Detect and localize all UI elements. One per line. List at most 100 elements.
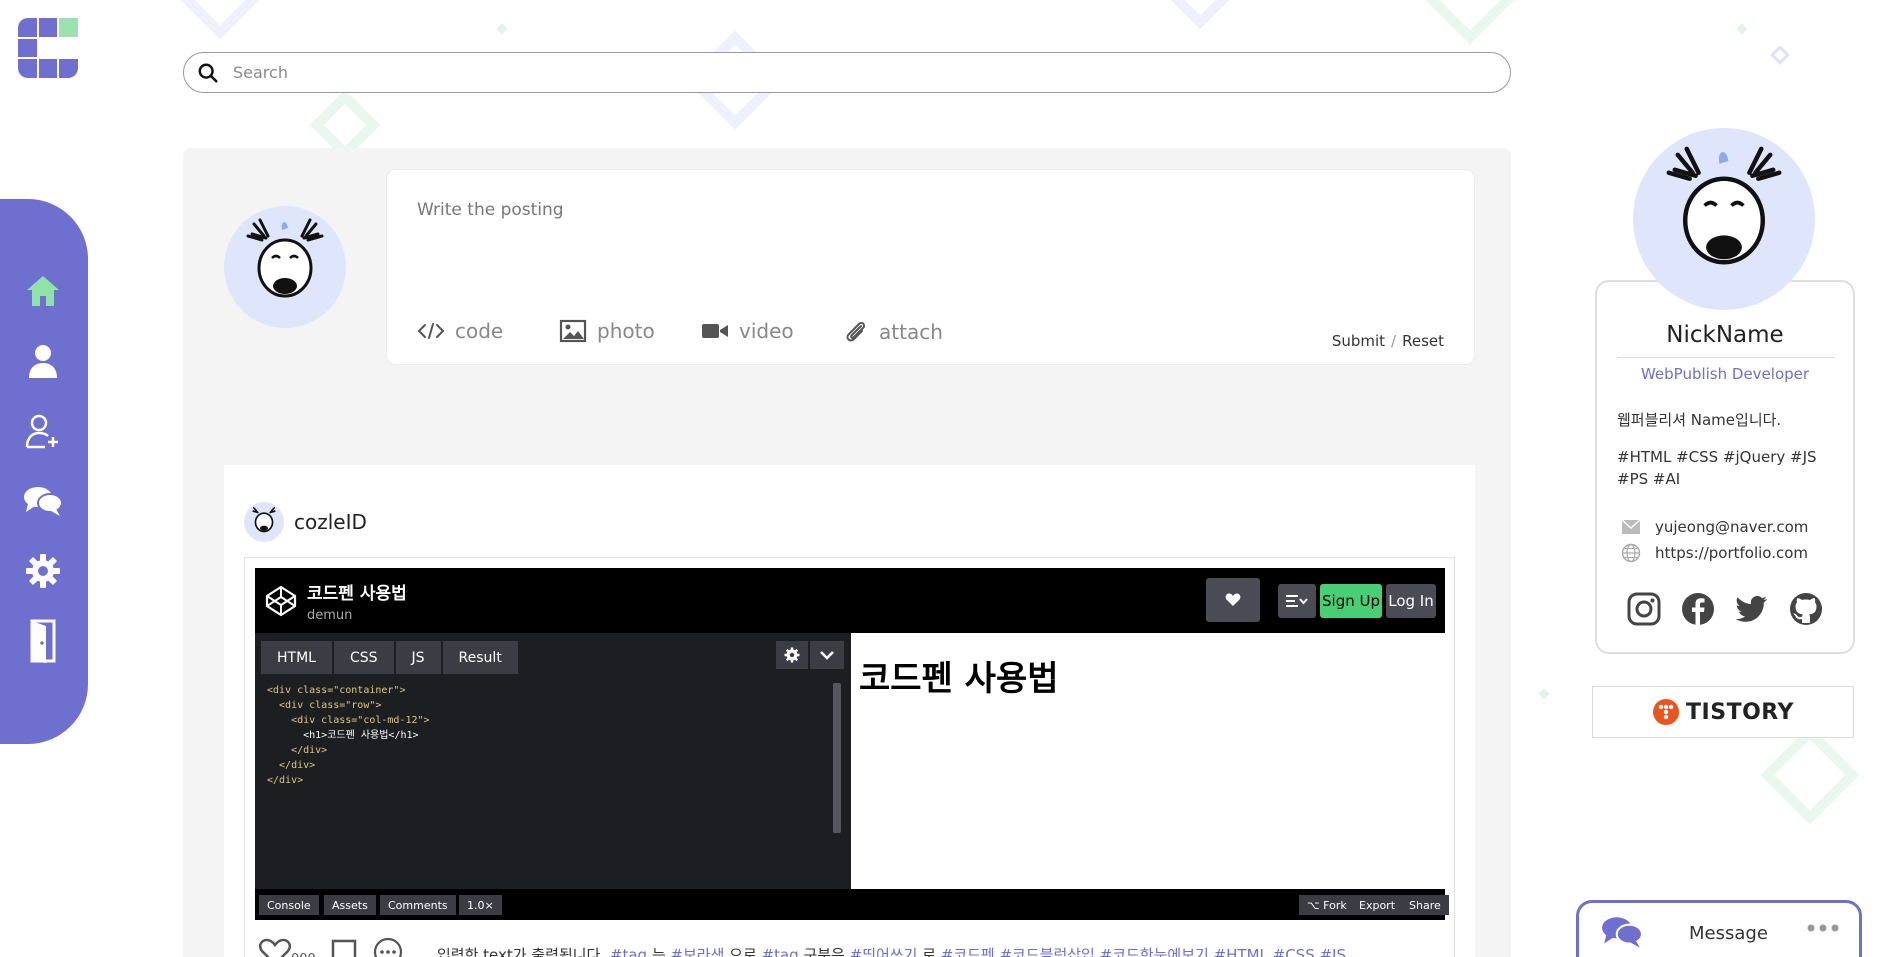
result-heading: 코드펜 사용법 xyxy=(859,659,1059,699)
editor-settings-button[interactable] xyxy=(776,641,808,669)
code-tool-label: code xyxy=(455,319,504,343)
code-line: <div class="container"> xyxy=(267,685,406,696)
heart-button[interactable] xyxy=(1206,578,1260,622)
code-line: </div> xyxy=(267,775,304,786)
codepen-logo-icon[interactable] xyxy=(265,585,297,617)
heart-icon xyxy=(1225,593,1241,606)
login-button[interactable]: Log In xyxy=(1386,584,1436,618)
fork-button[interactable]: ⌥ Fork xyxy=(1299,895,1355,915)
photo-tool-button[interactable]: photo xyxy=(559,319,655,343)
twitter-icon[interactable] xyxy=(1735,592,1769,626)
post-text-part: 구분은 xyxy=(798,946,850,957)
message-label: Message xyxy=(1689,923,1768,944)
tab-html[interactable]: HTML xyxy=(261,641,332,674)
gear-icon xyxy=(26,554,60,588)
sidebar-item-profile[interactable] xyxy=(23,341,63,381)
submit-button[interactable]: Submit xyxy=(1332,332,1385,350)
codepen-title[interactable]: 코드펜 사용법 xyxy=(307,579,407,604)
chat-icon xyxy=(1602,917,1643,948)
hashtag-link[interactable]: #코드펜 #코드블럭삽입 #코드한눈에보기 #HTML #CSS #JS xyxy=(941,946,1346,957)
codepen-result: 코드펜 사용법 xyxy=(851,633,1445,889)
post-author[interactable]: cozleID xyxy=(244,502,367,542)
hashtag-link[interactable]: #tag xyxy=(762,946,799,957)
home-icon xyxy=(27,276,59,306)
image-icon xyxy=(559,319,587,343)
profile-nickname: NickName xyxy=(1666,322,1784,348)
instagram-icon[interactable] xyxy=(1627,592,1661,626)
console-button[interactable]: Console xyxy=(259,895,319,915)
comments-button[interactable]: Comments xyxy=(380,895,456,915)
tab-js[interactable]: JS xyxy=(395,641,441,674)
code-line: </div> xyxy=(267,745,328,756)
tab-css[interactable]: CSS xyxy=(333,641,394,674)
profile-intro: 웹퍼블리셔 Name입니다. xyxy=(1617,411,1782,429)
sidebar-item-add-friend[interactable] xyxy=(23,411,63,451)
user-icon xyxy=(29,345,57,378)
profile-card: NickName WebPublish Developer 웹퍼블리셔 Name… xyxy=(1595,280,1855,654)
video-tool-button[interactable]: video xyxy=(701,319,794,343)
posting-textarea[interactable] xyxy=(417,200,1437,280)
tistory-banner[interactable]: TISTORY xyxy=(1592,686,1854,738)
codepen-user[interactable]: demun xyxy=(307,608,407,623)
email-text: yujeong@naver.com xyxy=(1655,518,1809,536)
chat-icon xyxy=(24,487,63,516)
github-icon[interactable] xyxy=(1789,592,1823,626)
codepen-footer: Console Assets Comments 1.0× ⌥ Fork Expo… xyxy=(255,889,1449,920)
author-name: cozleID xyxy=(294,510,367,534)
signup-button[interactable]: Sign Up xyxy=(1320,584,1382,618)
app-logo[interactable] xyxy=(18,18,78,78)
profile-role: WebPublish Developer xyxy=(1640,365,1810,383)
submit-reset-row: Submit / Reset xyxy=(1332,332,1444,350)
search-input[interactable] xyxy=(233,63,1510,82)
hashtag-link[interactable]: #보라색 xyxy=(670,946,724,957)
photo-tool-label: photo xyxy=(597,319,655,343)
codepen-window: 코드펜 사용법 demun Sign Up Log In HTML CSS JS… xyxy=(255,568,1449,920)
editor-collapse-button[interactable] xyxy=(810,641,844,669)
divider xyxy=(1617,357,1835,358)
mail-icon xyxy=(1621,519,1641,534)
facebook-icon[interactable] xyxy=(1681,592,1715,626)
search-icon[interactable] xyxy=(197,62,219,84)
post-actions: 000 xyxy=(259,936,404,957)
more-options-icon[interactable] xyxy=(1807,923,1839,933)
codepen-editor: HTML CSS JS Result <div class="container… xyxy=(255,633,851,889)
code-line: <h1>코드펜 사용법</h1> xyxy=(267,730,419,741)
gear-icon xyxy=(784,647,800,663)
tistory-logo-icon xyxy=(1653,699,1680,725)
export-button[interactable]: Export xyxy=(1351,895,1404,915)
editor-scrollbar[interactable] xyxy=(833,683,841,833)
heart-outline-icon[interactable] xyxy=(259,938,291,957)
message-panel[interactable]: Message xyxy=(1576,900,1862,957)
assets-button[interactable]: Assets xyxy=(324,895,376,915)
profile-email[interactable]: yujeong@naver.com xyxy=(1621,518,1808,536)
like-count: 000 xyxy=(291,952,316,957)
code-tool-button[interactable]: code xyxy=(417,319,503,343)
sidebar-item-home[interactable] xyxy=(23,271,63,311)
sidebar-item-logout[interactable] xyxy=(23,619,63,663)
tab-result[interactable]: Result xyxy=(442,641,518,674)
add-user-icon xyxy=(25,414,58,449)
code-line: <div class="row"> xyxy=(267,700,382,711)
codepen-embed: 코드펜 사용법 demun Sign Up Log In HTML CSS JS… xyxy=(244,557,1455,957)
share-button[interactable]: Share xyxy=(1401,895,1449,915)
attach-tool-button[interactable]: attach xyxy=(843,319,943,345)
bookmark-icon[interactable] xyxy=(330,938,358,957)
zoom-button[interactable]: 1.0× xyxy=(459,895,502,915)
sidebar-item-settings[interactable] xyxy=(23,551,63,591)
profile-website[interactable]: https://portfolio.com xyxy=(1621,543,1808,563)
feed-post: cozleID 코드펜 사용법 demun Sign Up Log In HTM… xyxy=(224,465,1475,957)
view-switch-button[interactable] xyxy=(1278,584,1316,618)
code-editor[interactable]: <div class="container"> <div class="row"… xyxy=(267,683,827,883)
code-icon xyxy=(417,323,445,339)
more-comment-icon[interactable] xyxy=(372,936,404,957)
author-avatar xyxy=(244,502,284,542)
hashtag-link[interactable]: #띄어쓰기 xyxy=(850,946,918,957)
attach-tool-label: attach xyxy=(879,320,943,344)
paperclip-icon xyxy=(846,321,866,342)
sidebar-item-chat[interactable] xyxy=(23,481,63,521)
hashtag-link[interactable]: #tag xyxy=(610,946,647,957)
search-bar xyxy=(183,52,1511,93)
video-tool-label: video xyxy=(739,319,794,343)
reset-button[interactable]: Reset xyxy=(1402,332,1444,350)
profile-tags: #HTML #CSS #jQuery #JS #PS #AI xyxy=(1617,448,1817,488)
